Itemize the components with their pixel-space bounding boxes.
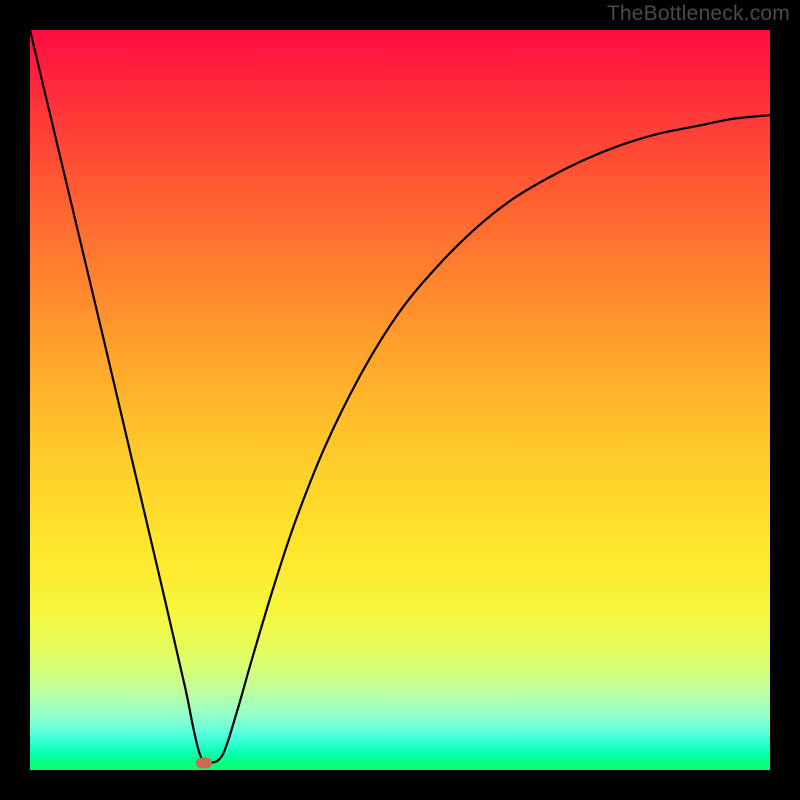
watermark-text: TheBottleneck.com [607,2,790,26]
chart-frame: TheBottleneck.com [0,0,800,800]
plot-area [30,30,770,770]
optimal-point-marker [196,757,212,768]
bottleneck-curve [30,30,770,770]
